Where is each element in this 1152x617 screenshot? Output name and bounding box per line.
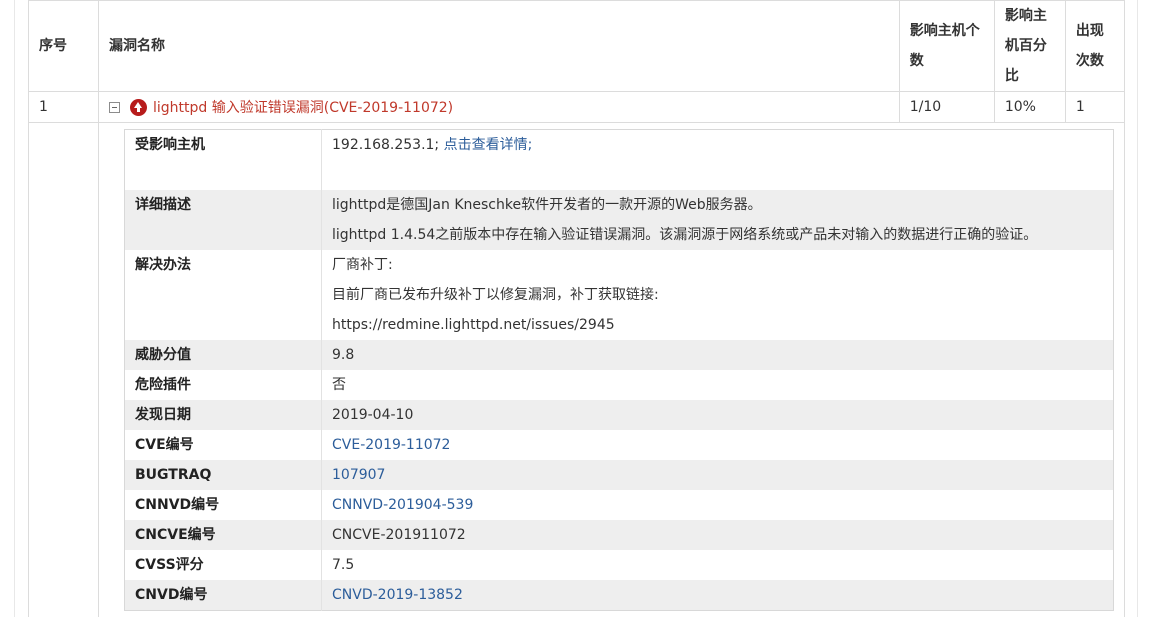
detail-label: BUGTRAQ	[124, 460, 322, 490]
header-occurrences-line2: 次数	[1075, 53, 1104, 69]
solution-url: https://redmine.lighttpd.net/issues/2945	[332, 317, 615, 333]
detail-cncve: CNCVE编号 CNCVE-201911072	[124, 520, 1114, 550]
header-name[interactable]: 漏洞名称	[98, 0, 900, 92]
row-name-cell: lighttpd 输入验证错误漏洞(CVE-2019-11072)	[98, 91, 900, 123]
detail-description: 详细描述 lighttpd是德国Jan Kneschke软件开发者的一款开源的W…	[124, 190, 1114, 250]
detail-bugtraq: BUGTRAQ 107907	[124, 460, 1114, 490]
detail-label: CVSS评分	[124, 550, 322, 580]
collapse-minus-icon[interactable]	[109, 101, 120, 113]
detail-value: CNCVE-201911072	[332, 527, 466, 543]
cnnvd-link[interactable]: CNNVD-201904-539	[322, 490, 1114, 520]
row-index: 1	[28, 91, 99, 123]
table-row[interactable]: 1 lighttpd 输入验证错误漏洞(CVE-2019-11072) 1/10…	[28, 91, 1126, 123]
detail-value: lighttpd是德国Jan Kneschke软件开发者的一款开源的Web服务器…	[322, 190, 1114, 250]
detail-value: 厂商补丁: 目前厂商已发布升级补丁以修复漏洞，补丁获取链接: https://r…	[322, 250, 1114, 340]
detail-cve: CVE编号 CVE-2019-11072	[124, 430, 1114, 460]
detail-cvss: CVSS评分 7.5	[124, 550, 1114, 580]
solution-line-2: 目前厂商已发布升级补丁以修复漏洞，补丁获取链接:	[332, 287, 659, 303]
header-hosts-count-line2: 数	[909, 53, 924, 69]
header-hosts-percent-line3: 比	[1004, 68, 1019, 84]
detail-row: 受影响主机 192.168.253.1; 点击查看详情; 详细描述 lightt…	[28, 122, 1125, 617]
detail-label: CNCVE编号	[124, 520, 322, 550]
detail-label: 解决办法	[124, 250, 322, 340]
detail-value: 2019-04-10	[332, 407, 414, 423]
vulnerability-name-link[interactable]: lighttpd 输入验证错误漏洞(CVE-2019-11072)	[153, 97, 453, 117]
detail-label: 详细描述	[124, 190, 322, 250]
detail-value: 7.5	[332, 557, 355, 573]
detail-value: 192.168.253.1; 点击查看详情;	[322, 130, 1114, 191]
vulnerability-table: 序号 漏洞名称 影响主机个 数 影响主 机百分 比 出现 次数 1 lightt…	[28, 0, 1126, 617]
detail-label: 发现日期	[124, 400, 322, 430]
row-hosts-percent: 10%	[993, 91, 1066, 123]
header-hosts-percent-line1: 影响主	[1004, 8, 1047, 24]
high-risk-arrow-up-icon	[130, 98, 147, 116]
detail-threat-score: 威胁分值 9.8	[124, 340, 1114, 370]
header-hosts-percent[interactable]: 影响主 机百分 比	[993, 0, 1066, 92]
table-header-row: 序号 漏洞名称 影响主机个 数 影响主 机百分 比 出现 次数	[28, 0, 1126, 92]
header-hosts-count-line1: 影响主机个	[909, 23, 980, 39]
detail-label: 威胁分值	[124, 340, 322, 370]
row-hosts-count: 1/10	[898, 91, 995, 123]
detail-value: 9.8	[332, 347, 355, 363]
detail-cnnvd: CNNVD编号 CNNVD-201904-539	[124, 490, 1114, 520]
header-hosts-count[interactable]: 影响主机个 数	[898, 0, 995, 92]
header-occurrences-line1: 出现	[1075, 23, 1104, 39]
row-occurrences: 1	[1064, 91, 1126, 123]
header-occurrences[interactable]: 出现 次数	[1064, 0, 1126, 92]
detail-label: CNVD编号	[124, 580, 322, 611]
vulnerability-detail-table: 受影响主机 192.168.253.1; 点击查看详情; 详细描述 lightt…	[124, 129, 1114, 611]
detail-label: 受影响主机	[124, 129, 322, 190]
detail-label: 危险插件	[124, 370, 322, 400]
solution-line-1: 厂商补丁:	[332, 257, 393, 273]
detail-affected-hosts: 受影响主机 192.168.253.1; 点击查看详情;	[124, 129, 1114, 191]
header-hosts-percent-line2: 机百分	[1004, 38, 1047, 54]
cve-link[interactable]: CVE-2019-11072	[322, 430, 1114, 460]
detail-label: CNNVD编号	[124, 490, 322, 520]
detail-cell: 受影响主机 192.168.253.1; 点击查看详情; 详细描述 lightt…	[98, 122, 1125, 617]
header-index[interactable]: 序号	[28, 0, 99, 92]
cnvd-link[interactable]: CNVD-2019-13852	[322, 580, 1114, 611]
detail-value: 否	[332, 377, 346, 393]
detail-dangerous-plugin: 危险插件 否	[124, 370, 1114, 400]
detail-discovered-date: 发现日期 2019-04-10	[124, 400, 1114, 430]
description-line-2: lighttpd 1.4.54之前版本中存在输入验证错误漏洞。该漏洞源于网络系统…	[332, 227, 1038, 243]
detail-left-spacer	[28, 122, 99, 617]
description-line-1: lighttpd是德国Jan Kneschke软件开发者的一款开源的Web服务器…	[332, 197, 762, 213]
affected-host-ip: 192.168.253.1;	[332, 137, 440, 153]
view-details-link[interactable]: 点击查看详情;	[444, 137, 533, 153]
bugtraq-link[interactable]: 107907	[322, 460, 1114, 490]
detail-cnvd: CNVD编号 CNVD-2019-13852	[124, 580, 1114, 611]
detail-solution: 解决办法 厂商补丁: 目前厂商已发布升级补丁以修复漏洞，补丁获取链接: http…	[124, 250, 1114, 340]
detail-label: CVE编号	[124, 430, 322, 460]
